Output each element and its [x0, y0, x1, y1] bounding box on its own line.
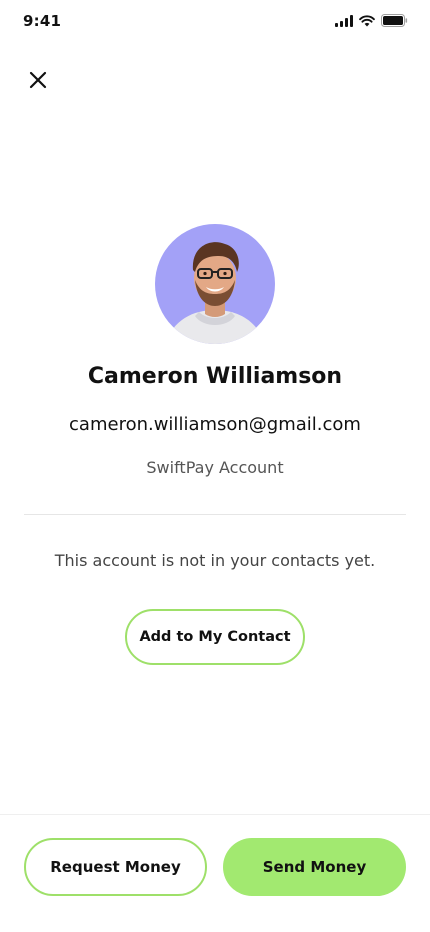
status-bar: 9:41 [0, 0, 430, 44]
request-money-button[interactable]: Request Money [24, 838, 207, 896]
profile-name: Cameron Williamson [87, 364, 343, 389]
battery-icon [381, 14, 408, 27]
profile-email: cameron.williamson@gmail.com [69, 414, 361, 435]
cellular-signal-icon [335, 14, 353, 27]
status-time: 9:41 [23, 12, 62, 30]
send-money-label: Send Money [262, 858, 367, 876]
add-to-contact-button[interactable]: Add to My Contact [125, 609, 305, 665]
divider [24, 514, 406, 515]
person-avatar-icon [165, 242, 265, 344]
close-icon [29, 71, 47, 89]
wifi-icon [359, 14, 375, 26]
bottom-divider [0, 814, 430, 815]
close-button[interactable] [22, 64, 54, 96]
account-type-label: SwiftPay Account [146, 458, 284, 477]
contact-status-note: This account is not in your contacts yet… [54, 551, 376, 570]
status-icons [335, 14, 408, 27]
avatar [155, 224, 275, 344]
add-to-contact-label: Add to My Contact [139, 629, 291, 645]
send-money-button[interactable]: Send Money [223, 838, 406, 896]
request-money-label: Request Money [50, 858, 181, 876]
